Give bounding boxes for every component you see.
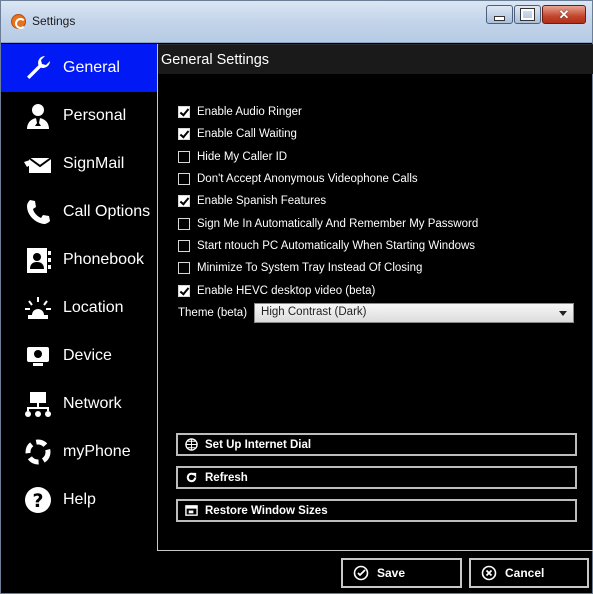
theme-value: High Contrast (Dark)	[261, 306, 367, 318]
settings-options: Enable Audio Ringer Enable Call Waiting …	[178, 101, 478, 302]
restore-window-sizes-button[interactable]: Restore Window Sizes	[176, 499, 577, 522]
sidebar-item-myphone[interactable]: myPhone	[1, 428, 157, 476]
refresh-icon	[184, 471, 198, 485]
sidebar-item-network[interactable]: Network	[1, 380, 157, 428]
app-logo-icon	[11, 14, 26, 29]
set-up-internet-dial-button[interactable]: Set Up Internet Dial	[176, 433, 577, 456]
sidebar-item-label: Help	[63, 491, 96, 508]
sidebar-item-personal[interactable]: Personal	[1, 92, 157, 140]
checkbox[interactable]	[178, 262, 190, 275]
sidebar-item-phonebook[interactable]: Phonebook	[1, 236, 157, 284]
option-enable-audio-ringer[interactable]: Enable Audio Ringer	[178, 101, 478, 123]
page-title: General Settings	[161, 52, 270, 68]
option-start-with-windows[interactable]: Start ntouch PC Automatically When Start…	[178, 235, 478, 257]
option-label: Enable Spanish Features	[197, 195, 327, 208]
option-label: Enable Call Waiting	[197, 128, 297, 141]
sidebar-item-label: myPhone	[63, 443, 131, 460]
sidebar-item-label: Device	[63, 347, 112, 364]
signmail-icon	[21, 147, 55, 181]
option-label: Enable Audio Ringer	[197, 106, 302, 119]
option-label: Hide My Caller ID	[197, 150, 288, 163]
call-options-icon	[21, 195, 55, 229]
check-circle-icon	[353, 565, 369, 581]
option-spanish-features[interactable]: Enable Spanish Features	[178, 190, 478, 212]
button-label: Restore Window Sizes	[205, 504, 328, 517]
option-label: Start ntouch PC Automatically When Start…	[197, 239, 476, 252]
checkbox[interactable]	[178, 128, 190, 141]
checkbox[interactable]	[178, 106, 190, 119]
device-icon	[21, 339, 55, 373]
window-title: Settings	[32, 14, 76, 28]
theme-select[interactable]: High Contrast (Dark)	[254, 303, 575, 323]
option-hevc-video[interactable]: Enable HEVC desktop video (beta)	[178, 279, 478, 301]
sidebar-item-signmail[interactable]: SignMail	[1, 140, 157, 188]
sidebar-item-location[interactable]: Location	[1, 284, 157, 332]
sidebar-item-help[interactable]: ? Help	[1, 476, 157, 524]
panel-header: General Settings	[158, 44, 593, 74]
myphone-icon	[21, 435, 55, 469]
option-anonymous-calls[interactable]: Don't Accept Anonymous Videophone Calls	[178, 168, 478, 190]
general-settings-panel: General Settings Enable Audio Ringer Ena…	[157, 44, 593, 551]
button-label: Cancel	[505, 566, 545, 580]
button-label: Save	[377, 566, 406, 580]
checkbox[interactable]	[178, 173, 190, 186]
checkbox[interactable]	[178, 284, 190, 297]
refresh-button[interactable]: Refresh	[176, 466, 577, 489]
checkbox[interactable]	[178, 217, 190, 230]
button-label: Refresh	[205, 471, 248, 484]
checkbox[interactable]	[178, 195, 190, 208]
network-icon	[21, 387, 55, 421]
minimize-button[interactable]	[486, 5, 513, 24]
globe-icon	[184, 438, 198, 452]
sidebar-item-device[interactable]: Device	[1, 332, 157, 380]
checkbox[interactable]	[178, 150, 190, 163]
cancel-button[interactable]: Cancel	[469, 558, 589, 588]
sidebar-item-label: Call Options	[63, 203, 151, 220]
option-label: Minimize To System Tray Instead Of Closi…	[197, 262, 423, 275]
phonebook-icon	[21, 243, 55, 277]
sidebar-item-general[interactable]: General	[1, 44, 157, 92]
wrench-icon	[21, 51, 55, 85]
window-icon	[184, 504, 198, 518]
sidebar-item-label: Personal	[63, 107, 127, 124]
option-minimize-to-tray[interactable]: Minimize To System Tray Instead Of Closi…	[178, 257, 478, 279]
cancel-circle-icon	[481, 565, 497, 581]
save-button[interactable]: Save	[341, 558, 462, 588]
sidebar-item-label: Location	[63, 299, 124, 316]
sidebar-item-label: General	[63, 59, 120, 76]
option-label: Don't Accept Anonymous Videophone Calls	[197, 173, 418, 186]
window-controls: ✕	[485, 5, 586, 24]
maximize-button[interactable]	[514, 5, 541, 24]
sidebar-item-label: Phonebook	[63, 251, 144, 268]
settings-window: Settings ✕ General Personal SignMail Cal…	[0, 0, 593, 594]
svg-text:?: ?	[32, 490, 43, 512]
theme-row: Theme (beta) High Contrast (Dark)	[178, 303, 575, 323]
location-icon	[21, 291, 55, 325]
title-bar[interactable]: Settings ✕	[1, 1, 592, 43]
help-icon: ?	[21, 483, 55, 517]
theme-label: Theme (beta)	[178, 307, 248, 319]
option-hide-caller-id[interactable]: Hide My Caller ID	[178, 146, 478, 168]
sidebar-item-label: Network	[63, 395, 122, 412]
checkbox[interactable]	[178, 239, 190, 252]
button-label: Set Up Internet Dial	[205, 438, 312, 451]
person-icon	[21, 99, 55, 133]
option-auto-sign-in[interactable]: Sign Me In Automatically And Remember My…	[178, 212, 478, 234]
option-label: Enable HEVC desktop video (beta)	[197, 284, 376, 297]
chevron-down-icon	[559, 311, 568, 316]
sidebar-item-call-options[interactable]: Call Options	[1, 188, 157, 236]
close-button[interactable]: ✕	[542, 5, 586, 24]
option-enable-call-waiting[interactable]: Enable Call Waiting	[178, 123, 478, 145]
sidebar-item-label: SignMail	[63, 155, 125, 172]
option-label: Sign Me In Automatically And Remember My…	[197, 217, 479, 230]
settings-sidebar: General Personal SignMail Call Options P…	[1, 44, 157, 524]
